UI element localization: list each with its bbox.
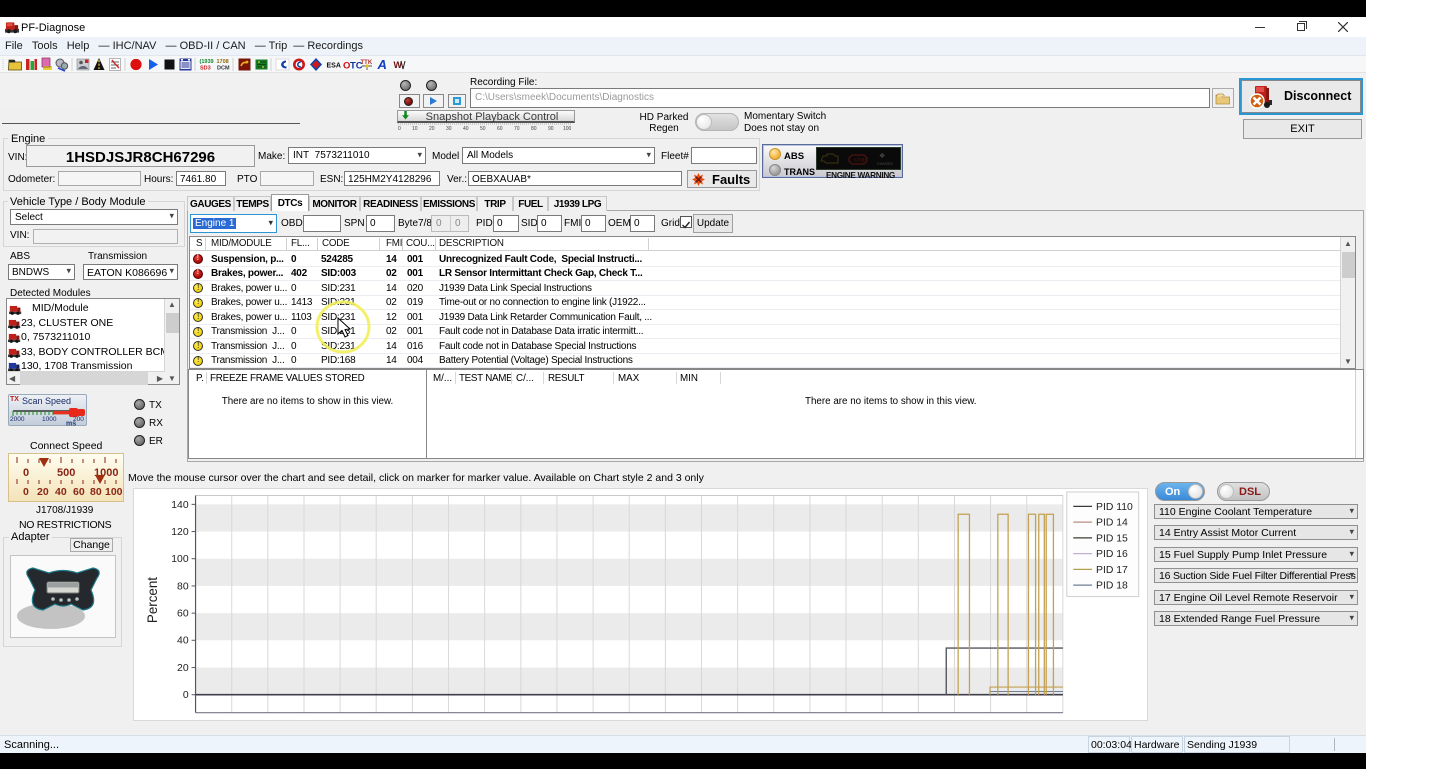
svg-text:60: 60 — [177, 609, 189, 620]
svg-text:PID 16: PID 16 — [1096, 549, 1128, 560]
svg-text:PID 14: PID 14 — [1096, 518, 1128, 529]
svg-text:❖: ❖ — [879, 153, 885, 160]
svg-text:0: 0 — [398, 126, 401, 132]
svg-text:40: 40 — [463, 126, 469, 132]
svg-text:100: 100 — [105, 486, 123, 498]
svg-text:500: 500 — [57, 467, 75, 479]
svg-text:120: 120 — [171, 527, 189, 538]
svg-text:10: 10 — [412, 126, 418, 132]
svg-text:70: 70 — [514, 126, 520, 132]
svg-text:ESA: ESA — [327, 63, 341, 70]
svg-text:0: 0 — [23, 486, 29, 498]
svg-text:PID 17: PID 17 — [1096, 565, 1128, 576]
svg-text:140: 140 — [171, 500, 189, 511]
svg-text:20: 20 — [429, 126, 435, 132]
svg-text:20: 20 — [37, 486, 49, 498]
svg-text:100: 100 — [171, 554, 189, 565]
svg-text:DCM: DCM — [217, 66, 230, 72]
svg-text:2000: 2000 — [10, 416, 25, 423]
svg-text:80: 80 — [177, 581, 189, 592]
svg-text:0: 0 — [183, 690, 189, 701]
svg-text:SD3: SD3 — [200, 66, 211, 72]
svg-text:CHASSIS: CHASSIS — [877, 162, 893, 166]
svg-text:STOP: STOP — [854, 158, 866, 163]
svg-text:50: 50 — [480, 126, 486, 132]
svg-text:40: 40 — [177, 636, 189, 647]
svg-text:40: 40 — [55, 486, 67, 498]
svg-text:PID 110: PID 110 — [1096, 502, 1133, 513]
svg-text:90: 90 — [548, 126, 554, 132]
svg-text:PID 15: PID 15 — [1096, 533, 1128, 544]
svg-text:(1939: (1939 — [200, 59, 214, 65]
svg-text:1000: 1000 — [42, 416, 57, 423]
svg-text:30: 30 — [446, 126, 452, 132]
svg-text:20: 20 — [177, 663, 189, 674]
svg-text:60: 60 — [73, 486, 85, 498]
svg-text:1708: 1708 — [217, 59, 229, 65]
svg-text:ms: ms — [66, 421, 76, 427]
svg-text:0: 0 — [23, 467, 29, 479]
svg-text:Percent: Percent — [145, 577, 160, 623]
svg-text:80: 80 — [531, 126, 537, 132]
svg-text:PID 18: PID 18 — [1096, 581, 1128, 592]
svg-text:80: 80 — [90, 486, 102, 498]
svg-text:60: 60 — [497, 126, 503, 132]
svg-text:A: A — [377, 57, 387, 72]
svg-text:100: 100 — [563, 126, 572, 132]
